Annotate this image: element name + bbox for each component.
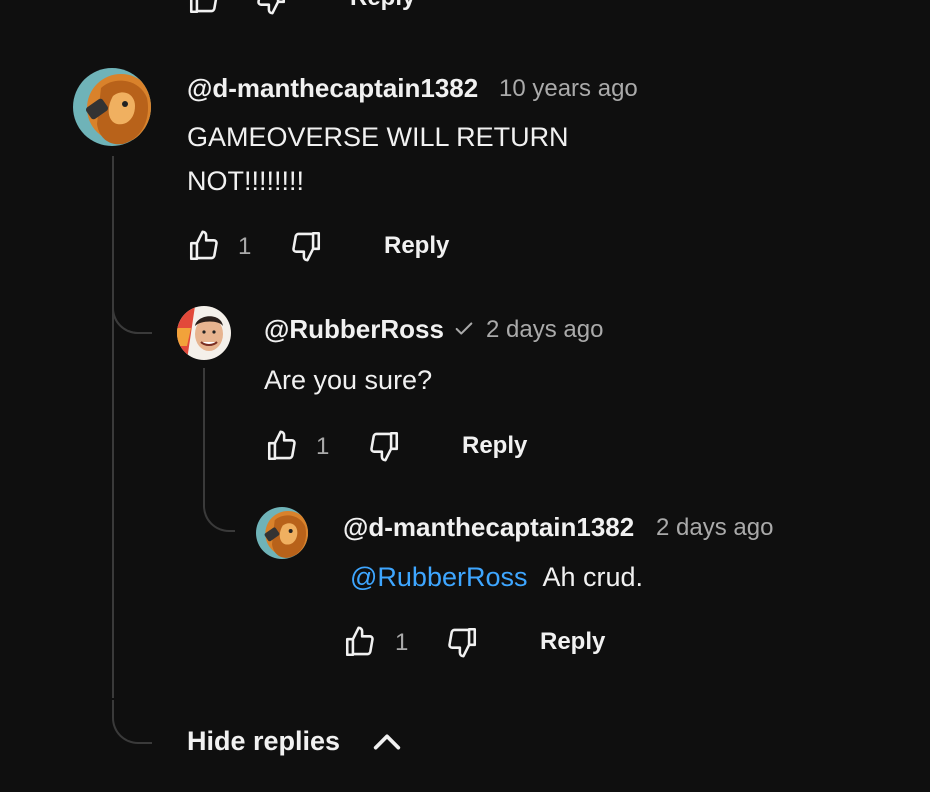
mention-link[interactable]: @RubberRoss bbox=[350, 562, 527, 592]
like-count: 1 bbox=[238, 233, 252, 260]
comment-author[interactable]: @d-manthecaptain1382 bbox=[187, 73, 478, 104]
comment-timestamp[interactable]: 10 years ago bbox=[499, 75, 638, 103]
thumbs-up-icon[interactable] bbox=[265, 429, 299, 463]
reply-button[interactable]: Reply bbox=[540, 628, 605, 656]
comment-body: Ah crud. bbox=[542, 562, 644, 592]
avatar[interactable] bbox=[73, 68, 151, 146]
chevron-up-icon[interactable] bbox=[369, 725, 405, 759]
comment-author[interactable]: @RubberRoss bbox=[264, 314, 444, 345]
reply-button[interactable]: Reply bbox=[462, 432, 527, 460]
avatar[interactable] bbox=[256, 507, 308, 559]
thumbs-down-icon[interactable] bbox=[445, 625, 479, 659]
thumbs-down-icon[interactable] bbox=[289, 229, 323, 263]
thumbs-up-icon[interactable] bbox=[343, 625, 377, 659]
reply-button[interactable]: Reply bbox=[350, 0, 415, 12]
comment-text: @RubberRoss Ah crud. bbox=[350, 555, 643, 599]
like-count: 1 bbox=[395, 629, 409, 656]
thread-line-nested bbox=[203, 368, 205, 500]
thumbs-down-icon[interactable] bbox=[367, 429, 401, 463]
checkmark-icon bbox=[455, 322, 473, 335]
avatar[interactable] bbox=[177, 306, 231, 360]
thread-connector-reply-2 bbox=[203, 498, 235, 532]
thread-line bbox=[112, 156, 114, 698]
comment-author[interactable]: @d-manthecaptain1382 bbox=[343, 512, 634, 543]
lion-avatar-icon bbox=[256, 507, 308, 559]
thumbs-up-icon[interactable] bbox=[187, 229, 221, 263]
comment-text: GAMEOVERSE WILL RETURN NOT!!!!!!!! bbox=[187, 115, 569, 203]
thumbs-down-icon[interactable] bbox=[254, 0, 288, 16]
comment-timestamp[interactable]: 2 days ago bbox=[656, 514, 773, 542]
person-avatar-icon bbox=[177, 306, 231, 360]
thread-connector-hide bbox=[112, 700, 152, 744]
like-count: 1 bbox=[316, 433, 330, 460]
thumbs-up-icon[interactable] bbox=[187, 0, 221, 16]
comment-text-line: GAMEOVERSE WILL RETURN bbox=[187, 122, 569, 152]
lion-avatar-icon bbox=[73, 68, 151, 146]
reply-button[interactable]: Reply bbox=[384, 232, 449, 260]
thread-curve-reply-1 bbox=[112, 290, 152, 334]
comment-text-line: NOT!!!!!!!! bbox=[187, 166, 305, 196]
comment-text: Are you sure? bbox=[264, 365, 433, 395]
hide-replies-label[interactable]: Hide replies bbox=[187, 726, 340, 757]
comment-timestamp[interactable]: 2 days ago bbox=[486, 316, 603, 344]
